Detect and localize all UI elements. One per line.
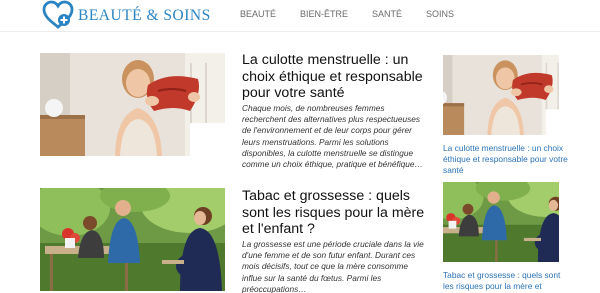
- article-title[interactable]: Tabac et grossesse : quels sont les risq…: [242, 188, 427, 238]
- pregnant-woman-outdoor-table-photo: [443, 182, 559, 262]
- nav-item-sante[interactable]: SANTÉ: [372, 9, 402, 19]
- nav-item-bien-etre[interactable]: BIEN-ÊTRE: [300, 9, 348, 19]
- sidebar-link[interactable]: La culotte menstruelle : un choix éthiqu…: [443, 143, 568, 177]
- article-title[interactable]: La culotte menstruelle : un choix éthiqu…: [242, 52, 427, 102]
- woman-holding-red-underwear-photo: [443, 55, 559, 135]
- article-image[interactable]: [40, 53, 225, 156]
- site-header: BEAUTÉ & SOINS BEAUTÉ BIEN-ÊTRE SANTÉ SO…: [0, 0, 600, 32]
- sidebar-image[interactable]: [443, 55, 559, 135]
- heart-plus-icon: [42, 0, 74, 29]
- main-nav: BEAUTÉ BIEN-ÊTRE SANTÉ SOINS: [240, 9, 478, 19]
- nav-item-beaute[interactable]: BEAUTÉ: [240, 9, 276, 19]
- sidebar-image[interactable]: [443, 182, 559, 262]
- nav-item-soins[interactable]: SOINS: [426, 9, 454, 19]
- woman-holding-red-underwear-photo: [40, 53, 225, 156]
- article-excerpt: Chaque mois, de nombreuses femmes recher…: [242, 103, 423, 170]
- article-excerpt: La grossesse est une période cruciale da…: [242, 239, 424, 293]
- site-logo[interactable]: BEAUTÉ & SOINS: [42, 0, 211, 30]
- pregnant-woman-outdoor-table-photo: [40, 188, 225, 291]
- sidebar-link[interactable]: Tabac et grossesse : quels sont les risq…: [443, 270, 568, 293]
- article-image[interactable]: [40, 188, 225, 291]
- site-name: BEAUTÉ & SOINS: [78, 7, 211, 24]
